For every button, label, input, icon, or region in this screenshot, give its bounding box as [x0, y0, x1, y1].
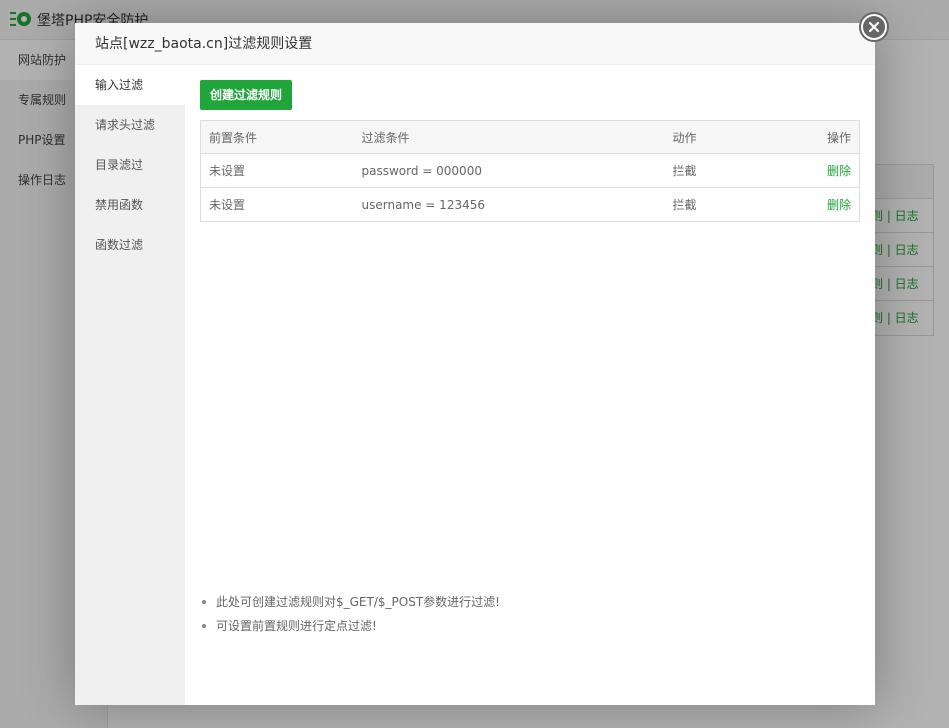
- cell-action: 拦截: [664, 187, 751, 222]
- tab-header-filter[interactable]: 请求头过滤: [75, 105, 185, 145]
- column-header-action: 动作: [664, 120, 751, 154]
- table-header-row: 前置条件 过滤条件 动作 操作: [200, 120, 860, 154]
- cell-filter-condition: password = 000000: [353, 153, 665, 188]
- filter-rules-dialog: 站点[wzz_baota.cn]过滤规则设置 输入过滤 请求头过滤 目录滤过 禁…: [75, 12, 889, 705]
- cell-action: 拦截: [664, 153, 751, 188]
- tab-content: 创建过滤规则 前置条件 过滤条件 动作 操作 未设置 password = 00…: [200, 80, 860, 222]
- delete-rule-link[interactable]: 删除: [827, 164, 851, 178]
- cell-pre-condition: 未设置: [200, 187, 354, 222]
- delete-rule-link[interactable]: 删除: [827, 198, 851, 212]
- cell-operation: 删除: [750, 187, 860, 222]
- cell-operation: 删除: [750, 153, 860, 188]
- tab-input-filter[interactable]: 输入过滤: [75, 65, 185, 105]
- column-header-operation: 操作: [750, 120, 860, 154]
- close-icon: [863, 16, 885, 38]
- column-header-filter-condition: 过滤条件: [353, 120, 665, 154]
- dialog-title: 站点[wzz_baota.cn]过滤规则设置: [75, 23, 875, 65]
- column-header-pre-condition: 前置条件: [200, 120, 354, 154]
- tab-function-filter[interactable]: 函数过滤: [75, 225, 185, 265]
- close-button[interactable]: [859, 12, 889, 42]
- help-tips: 此处可创建过滤规则对$_GET/$_POST参数进行过滤! 可设置前置规则进行定…: [200, 590, 860, 638]
- tab-disabled-functions[interactable]: 禁用函数: [75, 185, 185, 225]
- create-filter-rule-button[interactable]: 创建过滤规则: [200, 80, 293, 110]
- table-row: 未设置 password = 000000 拦截 删除: [200, 153, 860, 188]
- filter-rules-table: 前置条件 过滤条件 动作 操作 未设置 password = 000000 拦截…: [200, 120, 860, 222]
- tip-item: 此处可创建过滤规则对$_GET/$_POST参数进行过滤!: [200, 590, 860, 614]
- tip-item: 可设置前置规则进行定点过滤!: [200, 614, 860, 638]
- tab-directory-filter[interactable]: 目录滤过: [75, 145, 185, 185]
- cell-filter-condition: username = 123456: [353, 187, 665, 222]
- table-row: 未设置 username = 123456 拦截 删除: [200, 187, 860, 222]
- dialog-body: 输入过滤 请求头过滤 目录滤过 禁用函数 函数过滤 创建过滤规则 前置条件 过滤…: [75, 65, 875, 705]
- cell-pre-condition: 未设置: [200, 153, 354, 188]
- filter-tabs: 输入过滤 请求头过滤 目录滤过 禁用函数 函数过滤: [75, 65, 185, 705]
